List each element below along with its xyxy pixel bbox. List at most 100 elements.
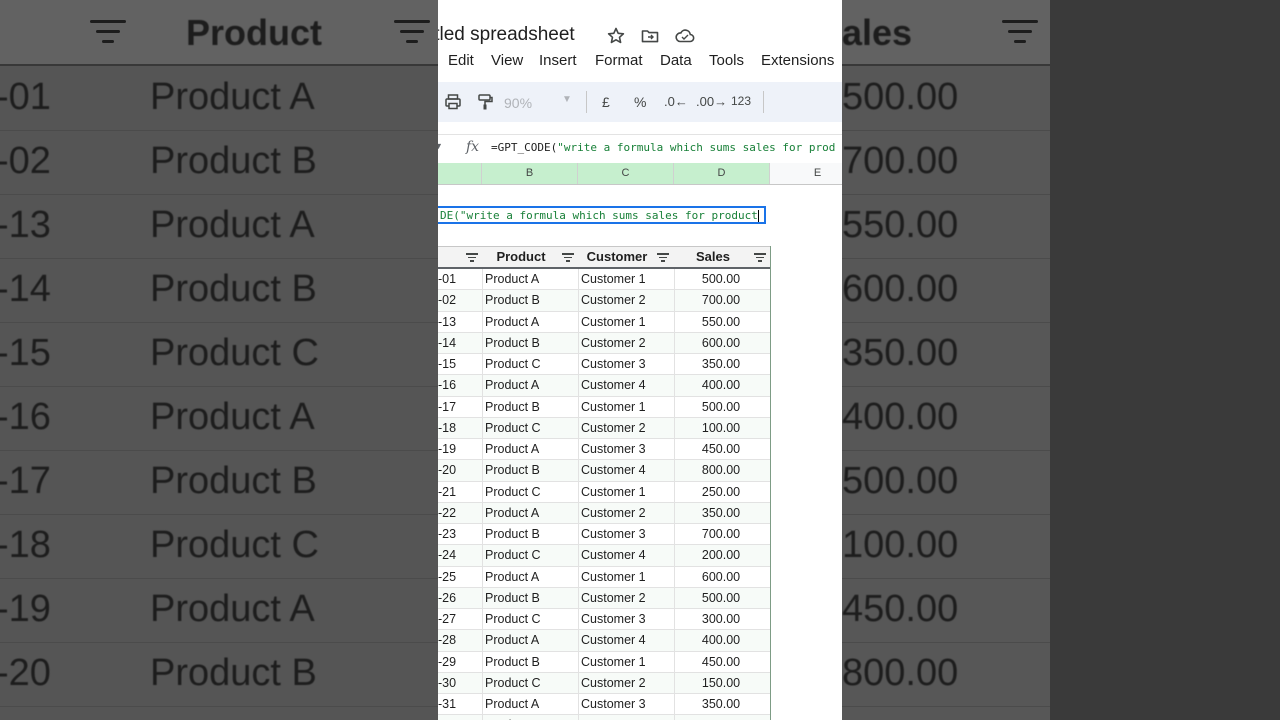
cell-customer[interactable]: Customer 1	[581, 397, 673, 417]
cell-customer[interactable]: Customer 2	[581, 290, 673, 310]
cell-customer[interactable]: Customer 1	[581, 312, 673, 332]
paint-format-icon[interactable]	[474, 92, 496, 114]
column-header-b[interactable]: B	[482, 163, 578, 184]
cell-date[interactable]: -26	[438, 588, 482, 608]
table-row[interactable]: -27 Product C Customer 3 300.00	[438, 609, 770, 631]
cell-sales[interactable]: 350.00	[674, 503, 768, 523]
cell-product[interactable]: Product A	[485, 694, 577, 714]
cell-sales[interactable]: 500.00	[674, 397, 768, 417]
cell-product[interactable]: Product C	[485, 609, 577, 629]
cell-sales[interactable]: 150.00	[674, 673, 768, 693]
cell-sales[interactable]: 350.00	[674, 694, 768, 714]
cell-date[interactable]: -01	[438, 269, 482, 289]
zoom-select[interactable]: 90%	[504, 95, 532, 111]
cell-customer[interactable]: Customer 2	[581, 333, 673, 353]
cell-date[interactable]: -17	[438, 397, 482, 417]
cell-product[interactable]: Product B	[485, 460, 577, 480]
cell-sales[interactable]: 450.00	[674, 439, 768, 459]
cell-sales[interactable]: 400.00	[674, 375, 768, 395]
filter-icon[interactable]	[562, 252, 574, 262]
table-row[interactable]: -25 Product A Customer 1 600.00	[438, 566, 770, 588]
cell-date[interactable]: -31	[438, 694, 482, 714]
table-row[interactable]: -31 Product A Customer 3 350.00	[438, 694, 770, 716]
chevron-down-icon[interactable]: ▼	[562, 94, 572, 105]
cell-customer[interactable]: Customer 3	[581, 609, 673, 629]
cell-sales[interactable]: 600.00	[674, 333, 768, 353]
cell-date[interactable]: -27	[438, 609, 482, 629]
cell-customer[interactable]: Customer 3	[581, 439, 673, 459]
cell-date[interactable]: -13	[438, 312, 482, 332]
cell-sales[interactable]: 800.00	[674, 460, 768, 480]
number-format-button[interactable]: 123	[731, 94, 751, 108]
cell-product[interactable]: Product B	[485, 397, 577, 417]
table-row[interactable]: -13 Product A Customer 1 550.00	[438, 311, 770, 333]
cell-date[interactable]: -18	[438, 418, 482, 438]
cell-product[interactable]: Product C	[485, 673, 577, 693]
cell-customer[interactable]: Customer 1	[581, 482, 673, 502]
decrease-decimal-button[interactable]: .0←	[664, 94, 688, 109]
table-row[interactable]: -26 Product B Customer 2 500.00	[438, 587, 770, 609]
table-row[interactable]: -17 Product B Customer 1 500.00	[438, 396, 770, 418]
table-row[interactable]: -21 Product C Customer 1 250.00	[438, 481, 770, 503]
cell-date[interactable]: -21	[438, 482, 482, 502]
table-row[interactable]: -30 Product C Customer 2 150.00	[438, 672, 770, 694]
cell-sales[interactable]: 450.00	[674, 652, 768, 672]
cell-customer[interactable]: Customer 1	[581, 269, 673, 289]
table-row[interactable]: -28 Product A Customer 4 400.00	[438, 630, 770, 652]
cell-sales[interactable]: 700.00	[674, 524, 768, 544]
table-row[interactable]: -02 Product B Customer 2 700.00	[438, 290, 770, 312]
cell-sales[interactable]: 300.00	[674, 609, 768, 629]
cell-sales[interactable]: 800.00	[674, 715, 768, 720]
column-header-d[interactable]: D	[674, 163, 770, 184]
table-row[interactable]: -20 Product B Customer 4 800.00	[438, 460, 770, 482]
cell-product[interactable]: Product B	[485, 715, 577, 720]
table-row[interactable]: -14 Product B Customer 2 600.00	[438, 332, 770, 354]
chevron-down-icon[interactable]: ▼	[438, 141, 443, 151]
sheet-grid[interactable]: DE("write a formula which sums sales for…	[438, 185, 842, 720]
cloud-status-icon[interactable]	[674, 26, 695, 46]
menu-insert[interactable]: Insert	[539, 52, 577, 69]
cell-date[interactable]: -14	[438, 333, 482, 353]
currency-format-button[interactable]: £	[602, 94, 610, 110]
cell-customer[interactable]: Customer 1	[581, 652, 673, 672]
cell-date[interactable]: -15	[438, 354, 482, 374]
cell-date[interactable]: -02	[438, 290, 482, 310]
cell-product[interactable]: Product A	[485, 312, 577, 332]
table-row[interactable]: -24 Product C Customer 4 200.00	[438, 545, 770, 567]
cell-product[interactable]: Product B	[485, 524, 577, 544]
cell-customer[interactable]: Customer 2	[581, 503, 673, 523]
formula-input[interactable]: =GPT_CODE("write a formula which sums sa…	[491, 141, 835, 154]
cell-product[interactable]: Product A	[485, 567, 577, 587]
table-row[interactable]: -01 Product A Customer 1 500.00	[438, 269, 770, 291]
filter-icon[interactable]	[657, 252, 669, 262]
cell-customer[interactable]: Customer 3	[581, 694, 673, 714]
cell-sales[interactable]: 500.00	[674, 588, 768, 608]
cell-product[interactable]: Product C	[485, 354, 577, 374]
menu-extensions[interactable]: Extensions	[761, 52, 834, 69]
table-row[interactable]: -22 Product A Customer 2 350.00	[438, 502, 770, 524]
menu-format[interactable]: Format	[595, 52, 643, 69]
cell-date[interactable]: -19	[438, 439, 482, 459]
cell-product[interactable]: Product B	[485, 652, 577, 672]
move-to-folder-icon[interactable]	[640, 26, 660, 46]
cell-customer[interactable]: Customer 3	[581, 354, 673, 374]
menu-view[interactable]: View	[491, 52, 523, 69]
cell-product[interactable]: Product A	[485, 630, 577, 650]
cell-customer[interactable]: Customer 2	[581, 588, 673, 608]
cell-sales[interactable]: 600.00	[674, 567, 768, 587]
document-title[interactable]: itled spreadsheet	[438, 24, 575, 46]
table-row[interactable]: -19 Product A Customer 3 450.00	[438, 439, 770, 461]
table-row[interactable]: -18 Product C Customer 2 100.00	[438, 417, 770, 439]
print-icon[interactable]	[442, 92, 464, 114]
cell-product[interactable]: Product A	[485, 439, 577, 459]
cell-product[interactable]: Product B	[485, 290, 577, 310]
cell-customer[interactable]: Customer 2	[581, 673, 673, 693]
cell-date[interactable]: -22	[438, 503, 482, 523]
cell-customer[interactable]: Customer 4	[581, 715, 673, 720]
cell-date[interactable]: -30	[438, 673, 482, 693]
cell-sales[interactable]: 250.00	[674, 482, 768, 502]
cell-sales[interactable]: 400.00	[674, 630, 768, 650]
cell-customer[interactable]: Customer 4	[581, 630, 673, 650]
cell-customer[interactable]: Customer 4	[581, 375, 673, 395]
table-row[interactable]: -01Product B Customer 4800.00	[438, 715, 770, 720]
